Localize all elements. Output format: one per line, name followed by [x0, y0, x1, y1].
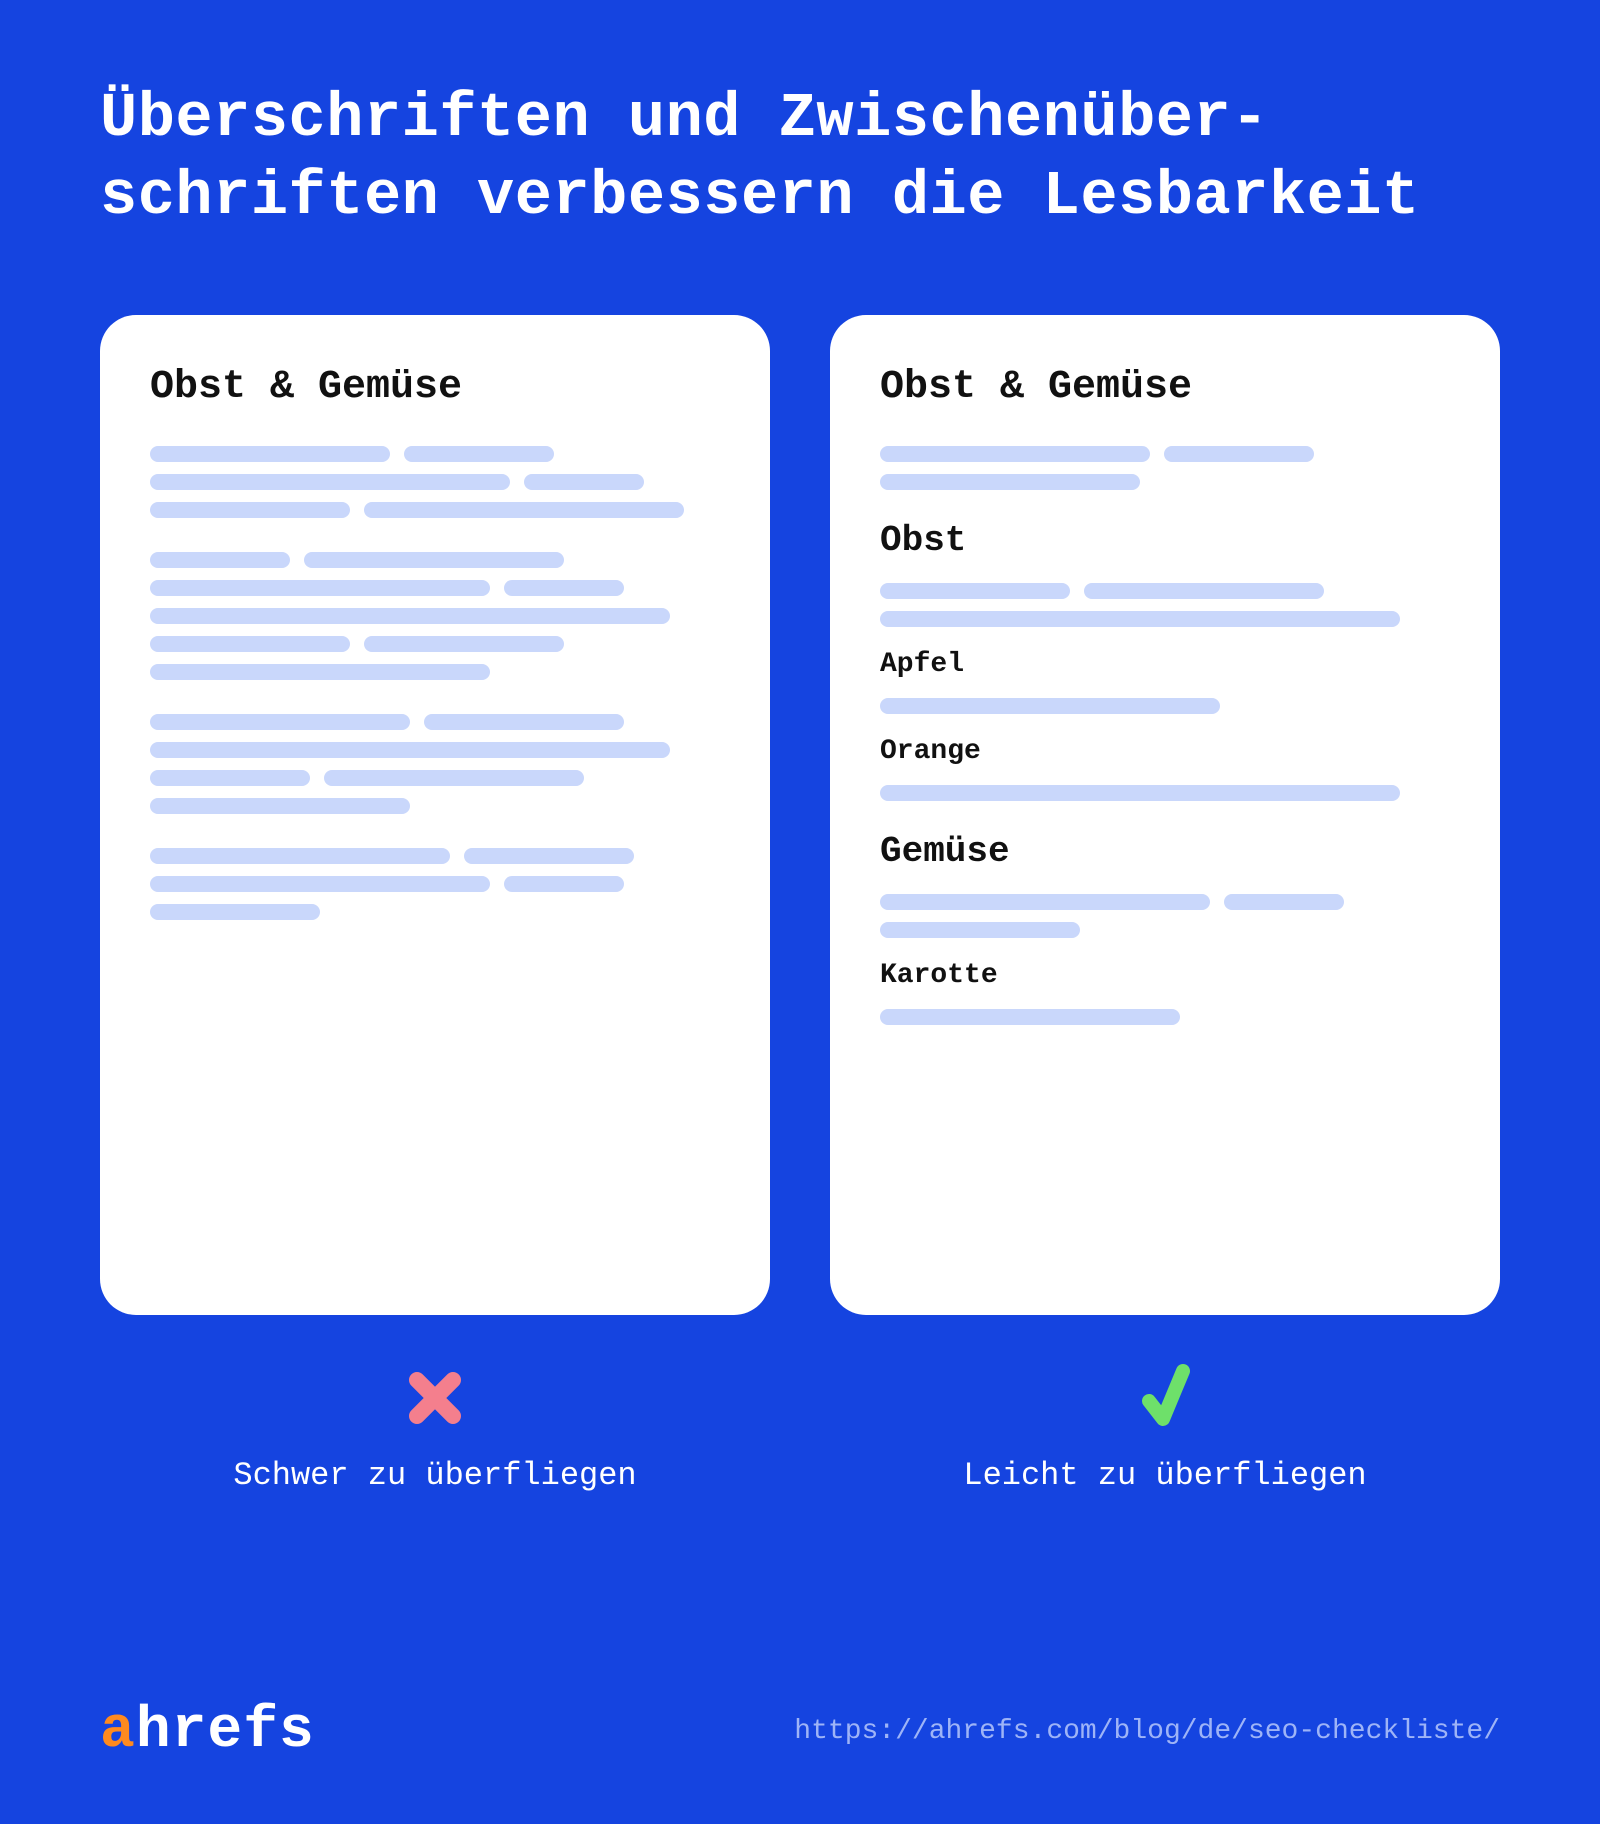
placeholder-paragraph [150, 552, 720, 680]
good-card-title: Obst & Gemüse [880, 365, 1450, 410]
heading-level-2: Obst [880, 520, 1450, 561]
bad-card-title: Obst & Gemüse [150, 365, 720, 410]
infographic: Überschriften und Zwischenüber-schriften… [0, 0, 1600, 1494]
logo-rest: hrefs [136, 1699, 315, 1764]
bad-caption: Schwer zu überfliegen [233, 1457, 636, 1494]
heading-level-3: Apfel [880, 649, 1450, 680]
placeholder-paragraph [880, 698, 1450, 714]
bad-example-card: Obst & Gemüse [100, 315, 770, 1315]
source-url: https://ahrefs.com/blog/de/seo-checklist… [794, 1716, 1500, 1747]
placeholder-paragraph [150, 446, 720, 518]
placeholder-paragraph [150, 714, 720, 814]
cross-icon [403, 1363, 467, 1433]
placeholder-paragraph [150, 848, 720, 920]
placeholder-paragraph [880, 1009, 1450, 1025]
placeholder-paragraph [880, 785, 1450, 801]
footer: ahrefs https://ahrefs.com/blog/de/seo-ch… [100, 1699, 1500, 1764]
ahrefs-logo: ahrefs [100, 1699, 315, 1764]
bad-example-column: Obst & Gemüse [100, 315, 770, 1494]
placeholder-paragraph [880, 894, 1450, 938]
headline: Überschriften und Zwischenüber-schriften… [100, 80, 1500, 235]
logo-letter-a: a [100, 1699, 136, 1764]
good-caption: Leicht zu überfliegen [963, 1457, 1366, 1494]
good-example-column: Obst & Gemüse Obst Apfel Orange [830, 315, 1500, 1494]
good-example-card: Obst & Gemüse Obst Apfel Orange [830, 315, 1500, 1315]
check-icon [1133, 1363, 1197, 1433]
placeholder-paragraph [880, 446, 1450, 490]
placeholder-paragraph [880, 583, 1450, 627]
comparison-cards: Obst & Gemüse [100, 315, 1500, 1494]
heading-level-2: Gemüse [880, 831, 1450, 872]
heading-level-3: Karotte [880, 960, 1450, 991]
heading-level-3: Orange [880, 736, 1450, 767]
